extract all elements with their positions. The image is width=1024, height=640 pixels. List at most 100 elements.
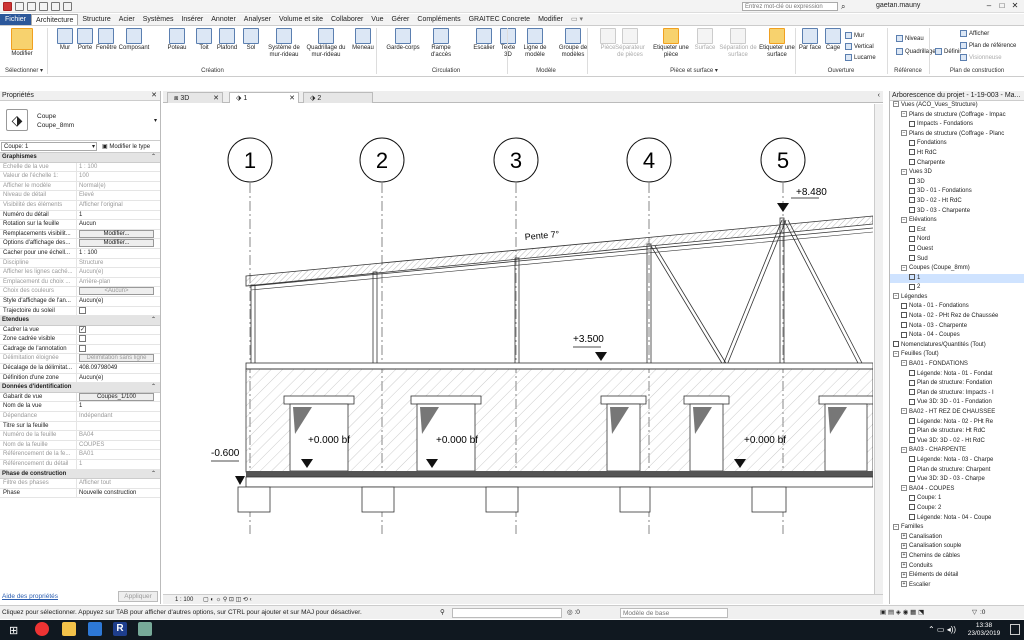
prop-row[interactable]: Visibilité des éléments Afficher l'origin… — [0, 200, 160, 211]
prop-row[interactable]: Cadrage de l'annotation — [0, 344, 160, 355]
tab-2[interactable]: Structure — [78, 14, 114, 25]
ribbon-button-23[interactable]: Par face — [798, 28, 822, 52]
revit-logo-icon[interactable] — [3, 2, 12, 11]
prop-button[interactable]: Délimitation sans ligne — [79, 354, 154, 363]
close-icon[interactable]: ✕ — [213, 93, 219, 104]
ribbon-button-19[interactable]: Etiqueter une pièce — [652, 28, 690, 59]
prop-row[interactable]: Numéro du détail 1 — [0, 210, 160, 221]
browser-item[interactable]: Vue 3D: 3D - 01 - Fondation — [890, 398, 1024, 408]
browser-item[interactable]: + Conduits — [890, 561, 1024, 572]
tab-section-1[interactable]: ⬗ 1 ✕ — [229, 92, 299, 103]
browser-item[interactable]: Ht RdC — [890, 149, 1024, 159]
prop-row[interactable]: Décalage de la délimitat... 408.09798049 — [0, 364, 160, 374]
prop-row[interactable]: Définition d'une zone Aucun(e) — [0, 373, 160, 384]
browser-item[interactable]: Nota - 02 - PHt Rez de Chaussée — [890, 312, 1024, 322]
prop-row[interactable]: Filtre des phases Afficher tout — [0, 479, 160, 489]
properties-help-link[interactable]: Aide des propriétés — [2, 593, 58, 600]
instance-filter[interactable]: Coupe: 1 ▾ — [1, 142, 97, 151]
browser-item[interactable]: Vue 3D: 3D - 02 - Ht RdC — [890, 437, 1024, 447]
ribbon-button-12[interactable]: Rampe d'accès — [422, 28, 460, 59]
browser-item[interactable]: Nota - 01 - Fondations — [890, 302, 1024, 312]
browser-item[interactable]: Plan de structure: Ht RdC — [890, 427, 1024, 437]
browser-item[interactable]: Vue 3D: 3D - 03 - Charpe — [890, 475, 1024, 485]
ribbon-button-14[interactable]: Texte 3D — [498, 28, 518, 59]
collapse-icon[interactable]: − — [901, 130, 907, 137]
collapse-icon[interactable]: − — [901, 168, 907, 175]
ribbon-button-24[interactable]: Cage — [824, 28, 842, 52]
modify-button[interactable]: Modifier — [6, 28, 38, 58]
prop-row[interactable]: Choix des couleurs <Aucun> — [0, 287, 160, 297]
tray-icons[interactable]: ⌃ ▭ ◂)) — [928, 625, 956, 634]
prop-row[interactable]: Délimitation éloignée Délimitation sans l… — [0, 354, 160, 365]
tab-3d[interactable]: ⧈ 3D ✕ — [167, 92, 223, 103]
worksets-icon[interactable]: ⚲ — [440, 606, 445, 620]
open-icon[interactable] — [14, 2, 24, 11]
close-icon[interactable]: ✕ — [289, 93, 295, 104]
search-icon[interactable]: ⌕ — [841, 2, 845, 12]
ribbon-button-4[interactable]: Poteau — [166, 28, 188, 52]
prop-checkbox[interactable]: ✓ — [79, 325, 86, 333]
collapse-icon[interactable]: − — [901, 264, 907, 271]
prop-row[interactable]: Options d'affichage des... Modifier... — [0, 239, 160, 249]
prop-row[interactable]: Trajectoire du soleil — [0, 306, 160, 317]
prop-row[interactable]: Référencement du détail 1 — [0, 460, 160, 470]
tab-9[interactable]: Collaborer — [327, 14, 367, 25]
ribbon-button-11[interactable]: Garde-corps — [386, 28, 420, 52]
maximize-icon[interactable]: □ — [997, 1, 1007, 11]
ribbon-button-0[interactable]: Mur — [56, 28, 74, 52]
prop-row[interactable]: Echelle de la vue 1 : 100 — [0, 162, 160, 173]
clock[interactable]: 13:38 23/03/2019 — [964, 622, 1004, 638]
collapse-icon[interactable]: − — [901, 485, 907, 492]
prop-row[interactable]: Rotation sur la feuille Aucun — [0, 220, 160, 230]
ribbon-button-7[interactable]: Sol — [243, 28, 259, 52]
edit-type-button[interactable]: ▣ Modifier le type — [102, 143, 150, 150]
tab-1[interactable]: Architecture — [31, 14, 79, 25]
tab-10[interactable]: Vue — [367, 14, 387, 25]
tab-11[interactable]: Gérer — [388, 14, 414, 25]
ribbon-small-button-33[interactable]: Visionneuse — [960, 54, 1002, 61]
browser-item[interactable]: − Familles — [890, 523, 1024, 533]
chevron-left-icon[interactable]: ‹ — [878, 92, 880, 99]
windows-start-icon[interactable]: ⊞ — [9, 624, 18, 637]
ribbon-button-1[interactable]: Porte — [76, 28, 94, 52]
prop-button[interactable]: Modifier... — [79, 239, 154, 248]
tab-4[interactable]: Systèmes — [139, 14, 178, 25]
ribbon-small-button-32[interactable]: Plan de référence — [960, 42, 1016, 49]
browser-item[interactable]: − Feuilles (Tout) — [890, 350, 1024, 360]
selection-icons[interactable]: ▣ ▤ ◈ ◉ ▦ ⬔ — [880, 606, 924, 620]
vertical-scrollbar[interactable] — [874, 104, 883, 594]
prop-row[interactable]: Valeur de l'échelle 1: 100 — [0, 172, 160, 182]
undo-icon[interactable] — [38, 2, 48, 11]
prop-row[interactable]: Cacher pour une échell... 1 : 100 — [0, 248, 160, 259]
browser-item[interactable]: − Plans de structure (Coffrage - Impac — [890, 111, 1024, 121]
browser-item[interactable]: Impacts - Fondations — [890, 120, 1024, 130]
browser-item[interactable]: Légende: Nota - 02 - PHt Re — [890, 418, 1024, 428]
ribbon-button-8[interactable]: Système de mur-rideau — [264, 28, 304, 59]
collapse-icon[interactable]: − — [901, 408, 907, 415]
browser-item[interactable]: Plan de structure: Charpent — [890, 465, 1024, 476]
browser-item[interactable]: + Canalisation — [890, 533, 1024, 543]
browser-item[interactable]: 3D - 03 - Charpente — [890, 206, 1024, 217]
print-icon[interactable] — [62, 2, 72, 11]
collapse-icon[interactable]: − — [893, 523, 899, 530]
prop-section[interactable]: Graphismes — [0, 153, 160, 163]
ribbon-button-21[interactable]: Séparation de surface — [719, 28, 757, 59]
browser-item[interactable]: Coupe: 2 — [890, 504, 1024, 514]
browser-item[interactable]: + Chemins de câbles — [890, 552, 1024, 562]
browser-item[interactable]: Sud — [890, 254, 1024, 265]
prop-row[interactable]: Cadrer la vue ✓ — [0, 325, 160, 336]
browser-item[interactable]: − BA03 - CHARPENTE — [890, 446, 1024, 456]
tab-13[interactable]: GRAITEC Concrete — [465, 14, 534, 25]
prop-section[interactable]: Etendues — [0, 316, 160, 326]
prop-row[interactable]: Afficher le modèle Normal(e) — [0, 181, 160, 192]
ribbon-button-20[interactable]: Surface — [692, 28, 718, 52]
collapse-icon[interactable]: − — [901, 216, 907, 223]
expand-icon[interactable]: + — [901, 533, 907, 540]
ribbon-button-9[interactable]: Quadrillage du mur-rideau — [306, 28, 346, 59]
ribbon-button-2[interactable]: Fenêtre — [96, 28, 117, 52]
browser-item[interactable]: Ouest — [890, 245, 1024, 255]
ribbon-small-button-28[interactable]: Niveau — [896, 35, 924, 42]
browser-item[interactable]: Plan de structure: Fondation — [890, 379, 1024, 389]
model-dropdown[interactable]: Modèle de base — [620, 608, 728, 618]
file-explorer-icon[interactable] — [62, 622, 76, 636]
